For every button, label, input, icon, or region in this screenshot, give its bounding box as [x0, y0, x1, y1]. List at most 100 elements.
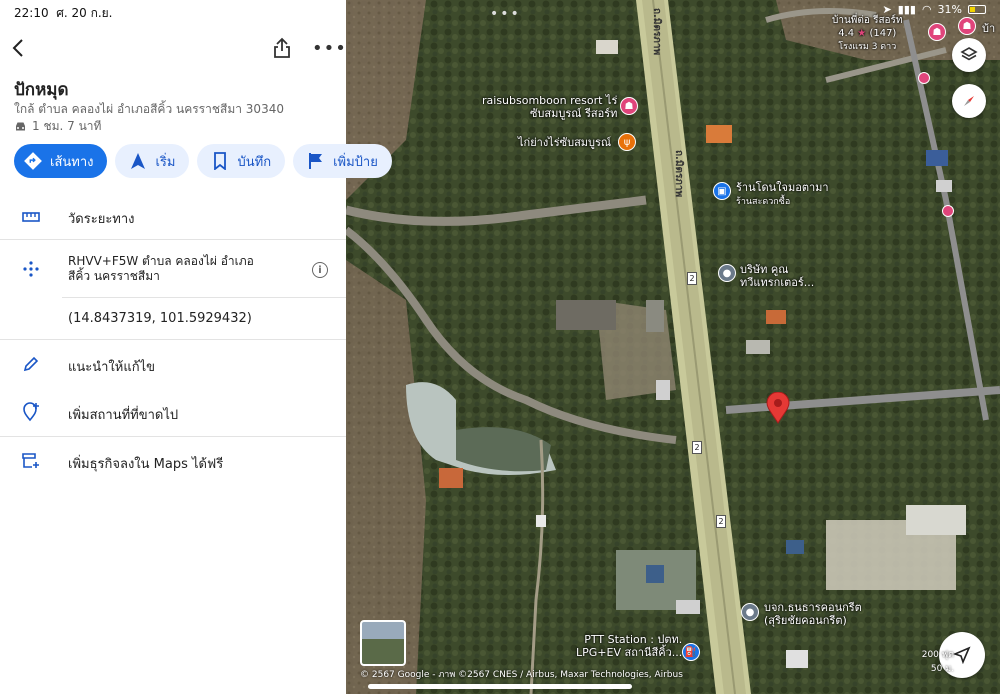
- divider: [0, 436, 346, 437]
- map-scale: 200 ฟุต 50 ม.: [922, 648, 954, 676]
- hotel-type: โรงแรม 3 ดาว: [838, 42, 897, 52]
- hotel-pin-icon[interactable]: [918, 72, 930, 84]
- battery-icon: [968, 5, 986, 14]
- restaurant-label[interactable]: ไก่ย่างไร่ซับสมบูรณ์: [518, 136, 611, 149]
- directions-icon: [24, 152, 42, 170]
- coordinates-row[interactable]: (14.8437319, 101.5929432): [0, 300, 346, 338]
- route-shield: 2: [692, 441, 702, 454]
- directions-button[interactable]: เส้นทาง: [14, 144, 108, 178]
- back-button[interactable]: [10, 36, 30, 60]
- compass-icon: [963, 95, 975, 107]
- status-date: ศ. 20 ก.ย.: [56, 6, 113, 20]
- star-icon: ★: [857, 28, 867, 39]
- concrete-name-2: (สุริยชัยคอนกรีต): [764, 614, 847, 627]
- place-panel: ••• ปักหมุด ใกล้ ตำบล คลองไผ่ อำเภอสีคิ้…: [0, 0, 392, 694]
- home-indicator[interactable]: [368, 684, 632, 689]
- scale-feet: 200 ฟุต: [921, 650, 954, 660]
- more-dots-icon: •••: [312, 38, 347, 59]
- hotel-label-edge[interactable]: บ้า: [982, 22, 995, 35]
- scale-meters: 50 ม.: [930, 664, 954, 674]
- ptt-name: PTT Station : ปตท.: [584, 633, 683, 646]
- add-missing-place-row[interactable]: เพิ่มสถานที่ที่ขาดไป: [0, 392, 346, 432]
- add-business-row[interactable]: เพิ่มธุรกิจลงใน Maps ได้ฟรี: [0, 441, 346, 481]
- hotel-pin-icon[interactable]: ☗: [928, 23, 946, 41]
- suggest-edit-label: แนะนำให้แก้ไข: [68, 360, 156, 375]
- add-business-label: เพิ่มธุรกิจลงใน Maps ได้ฟรี: [68, 457, 224, 472]
- company-name-2: ทวีแทรกเตอร์...: [740, 276, 815, 289]
- save-button[interactable]: บันทึก: [197, 144, 286, 178]
- add-missing-place-label: เพิ่มสถานที่ที่ขาดไป: [68, 408, 179, 423]
- concrete-name: บจก.ธนธารคอนกรีต: [764, 601, 862, 614]
- place-pin-icon[interactable]: ●: [741, 603, 759, 621]
- resort-label[interactable]: raisubsomboon resort ไร่ ซับสมบูรณ์ รีสอ…: [482, 94, 617, 120]
- hotel-reviews: (147): [869, 28, 897, 39]
- place-pin-icon[interactable]: ●: [718, 264, 736, 282]
- location-arrow-icon: ➤: [882, 3, 892, 16]
- hotel-pin-icon[interactable]: ☗: [958, 17, 976, 35]
- plus-code-row[interactable]: RHVV+F5W ตำบล คลองไผ่ อำเภอ สีคิ้ว นครรา…: [0, 248, 346, 294]
- info-icon[interactable]: i: [312, 262, 328, 278]
- layers-button[interactable]: [952, 38, 986, 72]
- concrete-label[interactable]: บจก.ธนธารคอนกรีต (สุริยชัยคอนกรีต): [764, 601, 862, 627]
- navigation-arrow-icon: [129, 152, 147, 170]
- add-label-label: เพิ่มป้าย: [333, 154, 378, 170]
- status-icons: ➤ ▮▮▮ ◠ 31%: [883, 3, 986, 16]
- wifi-icon: ◠: [921, 3, 932, 16]
- compass-button[interactable]: [952, 84, 986, 118]
- satellite-imagery: [346, 0, 1000, 694]
- action-chips: เส้นทาง เริ่ม บันทึก เพิ่มป้าย: [14, 144, 392, 178]
- dropped-pin-icon[interactable]: [766, 392, 790, 424]
- start-label: เริ่ม: [155, 154, 176, 170]
- panel-toolbar: •••: [0, 36, 346, 60]
- route-shield: 2: [687, 272, 697, 285]
- hotel-pin-icon[interactable]: ☗: [620, 97, 638, 115]
- shop-label[interactable]: ร้านโดนใจมอตามา ร้านสะดวกซื้อ: [736, 181, 829, 209]
- road-label: ถ.มิตรภาพ: [673, 150, 684, 198]
- add-label-button[interactable]: เพิ่มป้าย: [293, 144, 392, 178]
- restaurant-pin-icon[interactable]: ψ: [618, 133, 636, 151]
- road-label: ถ.มิตรภาพ: [651, 8, 662, 56]
- status-time: 22:10: [14, 6, 49, 20]
- divider: [62, 297, 346, 298]
- chevron-left-icon: [12, 39, 23, 57]
- resort-name: raisubsomboon resort ไร่: [482, 94, 618, 107]
- signal-icon: ▮▮▮: [897, 3, 916, 16]
- hotel-name: บ้านพี่ต่อ รีสอร์ท: [832, 15, 903, 26]
- plus-code-label: RHVV+F5W ตำบล คลองไผ่ อำเภอ สีคิ้ว นครรา…: [68, 254, 254, 284]
- map-copyright: © 2567 Google - ภาพ ©2567 CNES / Airbus,…: [360, 670, 683, 680]
- company-label[interactable]: บริษัท คูณ ทวีแทรกเตอร์...: [740, 263, 814, 289]
- start-button[interactable]: เริ่ม: [115, 144, 190, 178]
- status-time-date: 22:10 ศ. 20 ก.ย.: [14, 4, 113, 23]
- plus-code-icon: [20, 258, 42, 280]
- share-button[interactable]: [272, 36, 294, 60]
- ptt-label[interactable]: PTT Station : ปตท. LPG+EV สถานีสีคิ้ว...: [576, 633, 682, 659]
- store-pin-icon[interactable]: ▣: [713, 182, 731, 200]
- add-location-icon: [20, 401, 42, 423]
- shop-category: ร้านสะดวกซื้อ: [736, 197, 791, 207]
- company-name: บริษัท คูณ: [740, 263, 789, 276]
- measure-distance-row[interactable]: วัดระยะทาง: [0, 196, 346, 238]
- add-business-icon: [20, 450, 42, 472]
- gas-station-pin-icon[interactable]: ⛽: [682, 643, 700, 661]
- save-label: บันทึก: [237, 154, 272, 170]
- street-view-thumbnail[interactable]: [360, 620, 406, 666]
- plus-code-line2: สีคิ้ว นครราชสีมา: [68, 269, 160, 283]
- car-icon: [16, 122, 25, 131]
- satellite-map[interactable]: ••• 2 2 2 ถ.มิตรภาพ ถ.มิตรภาพ raisubsomb…: [346, 0, 1000, 694]
- suggest-edit-row[interactable]: แนะนำให้แก้ไข: [0, 344, 346, 384]
- measure-distance-label: วัดระยะทาง: [68, 212, 135, 227]
- battery-percent: 31%: [937, 3, 962, 16]
- eta-text: 1 ชม. 7 นาที: [32, 119, 102, 133]
- drive-eta: 1 ชม. 7 นาที: [14, 117, 101, 136]
- route-shield: 2: [716, 515, 726, 528]
- hotel-label[interactable]: บ้านพี่ต่อ รีสอร์ท 4.4 ★ (147) โรงแรม 3 …: [832, 14, 903, 54]
- ruler-icon: [20, 206, 42, 228]
- drag-handle[interactable]: •••: [490, 6, 521, 22]
- place-title: ปักหมุด: [14, 80, 69, 100]
- directions-label: เส้นทาง: [50, 154, 94, 170]
- share-icon: [274, 37, 290, 58]
- ptt-name-2: LPG+EV สถานีสีคิ้ว...: [576, 646, 683, 659]
- more-options-button[interactable]: •••: [312, 38, 347, 59]
- hotel-pin-icon[interactable]: [942, 205, 954, 217]
- pencil-icon: [20, 353, 42, 375]
